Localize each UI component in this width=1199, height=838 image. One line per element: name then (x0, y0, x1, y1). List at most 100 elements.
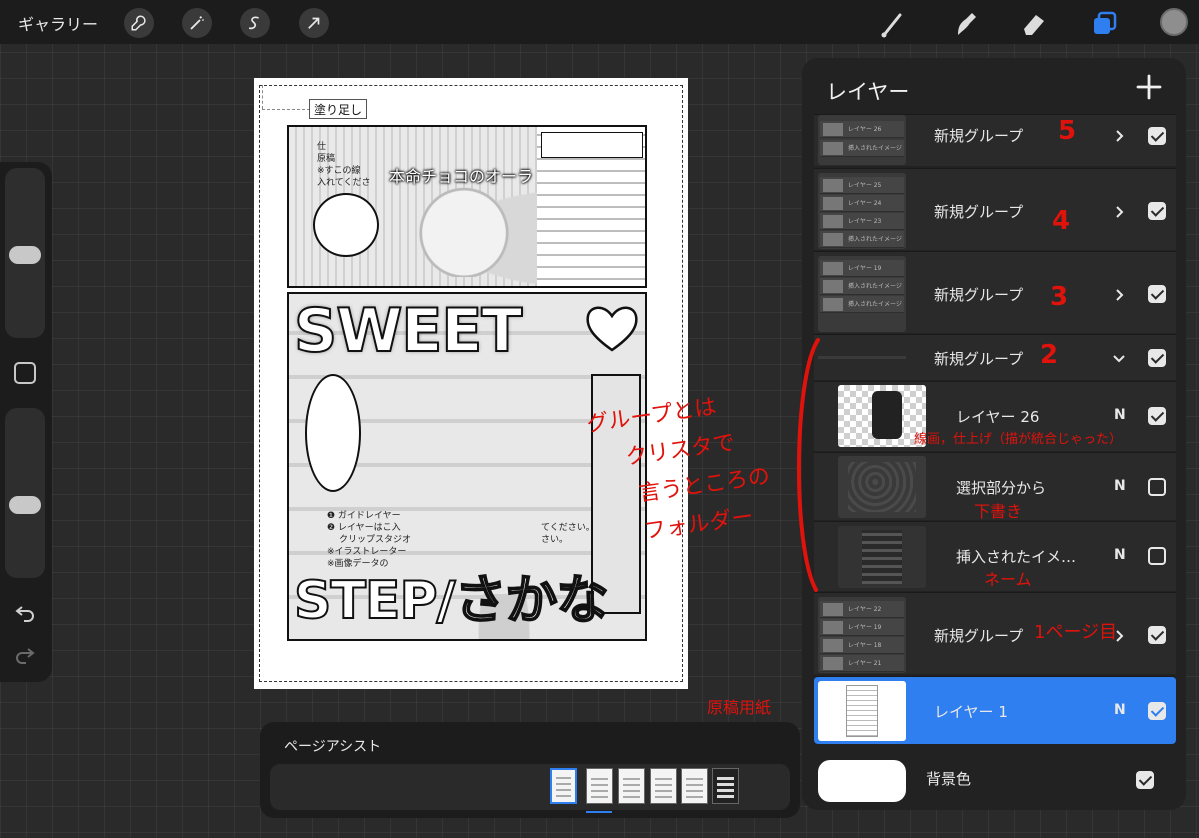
brush-size-thumb[interactable] (9, 246, 41, 264)
wrench-icon[interactable] (124, 8, 154, 38)
group-thumbnail: レイヤー 19 挿入されたイメージ 挿入されたイメージ (818, 256, 906, 332)
title-step: STEP/さかな (293, 570, 610, 632)
redo-icon[interactable] (13, 642, 37, 666)
visibility-checkbox[interactable] (1148, 127, 1166, 145)
annotation-3: 3 (1050, 282, 1069, 312)
transform-arrow-icon[interactable] (299, 8, 329, 38)
guide-line (262, 109, 310, 110)
page-thumbnail[interactable] (681, 768, 708, 804)
name-annotation: ネーム (984, 570, 1032, 589)
manuscript-annotation: 原稿用紙 (707, 698, 772, 717)
add-layer-icon[interactable] (1134, 72, 1164, 102)
guide-line (262, 85, 263, 109)
layers-header: レイヤー (802, 58, 1186, 118)
layer-name: 挿入されたイメ… (956, 548, 1077, 566)
left-sidebar (0, 162, 52, 682)
visibility-checkbox[interactable] (1148, 478, 1166, 496)
page-thumbnail[interactable] (586, 768, 613, 804)
layer-name: レイヤー 1 (934, 703, 1008, 721)
top-toolbar: ギャラリー (0, 0, 1199, 44)
chevron-down-icon[interactable] (1112, 351, 1126, 365)
layer-group-row[interactable]: レイヤー 25 レイヤー 24 レイヤー 23 挿入されたイメージ 新規グループ (814, 168, 1176, 250)
layer-group-row[interactable]: レイヤー 22 レイヤー 19 レイヤー 18 レイヤー 21 新規グループ (814, 592, 1176, 674)
layer-name: 新規グループ (934, 203, 1024, 221)
blend-mode[interactable]: N (1114, 407, 1126, 423)
layer-name: レイヤー 26 (956, 408, 1040, 426)
annotation-4: 4 (1052, 206, 1071, 236)
group-collapsed-thumb (818, 356, 906, 359)
guide-note-top: 仕 原稿 ※すこの線 入れてくださ (317, 142, 371, 188)
layer-group-row-expanded[interactable]: 新規グループ (814, 334, 1176, 380)
background-color-row[interactable]: 背景色 (802, 752, 1186, 810)
background-color-label: 背景色 (926, 770, 972, 788)
opacity-thumb[interactable] (9, 496, 41, 514)
layer-name: 選択部分から (956, 479, 1047, 497)
chevron-right-icon[interactable] (1112, 288, 1126, 302)
page1-annotation: 1ページ目 (1034, 622, 1118, 643)
visibility-checkbox[interactable] (1148, 349, 1166, 367)
page-indicator (586, 811, 612, 813)
group-annotation: グループとは クリスタで 言うところの フォルダー (585, 394, 772, 545)
layer-thumbnail (818, 681, 906, 741)
speech-bubble (313, 193, 379, 257)
canvas-page[interactable]: 塗り足し 仕 原稿 ※すこの線 入れてくださ 本命チョコのオーラ ❶ ガイドレイ… (254, 78, 688, 689)
chevron-right-icon[interactable] (1112, 129, 1126, 143)
visibility-checkbox[interactable] (1148, 547, 1166, 565)
visibility-checkbox[interactable] (1148, 407, 1166, 425)
layer-group-row[interactable]: レイヤー 19 挿入されたイメージ 挿入されたイメージ 新規グループ (814, 251, 1176, 333)
blend-mode[interactable]: N (1114, 547, 1126, 563)
layer-thumbnail (838, 385, 926, 447)
visibility-checkbox[interactable] (1148, 285, 1166, 303)
chevron-right-icon[interactable] (1112, 205, 1126, 219)
caption-box (541, 132, 643, 158)
selection-icon[interactable] (240, 8, 270, 38)
opacity-slider[interactable] (5, 408, 45, 578)
blend-mode[interactable]: N (1114, 478, 1126, 494)
draft-annotation: 下書き (974, 502, 1023, 521)
visibility-checkbox[interactable] (1136, 771, 1154, 789)
speech-bubble (305, 374, 361, 492)
page-thumbnail[interactable] (650, 768, 677, 804)
annotation-5: 5 (1058, 116, 1077, 146)
color-picker-swatch[interactable] (1160, 8, 1188, 36)
group-thumbnail: レイヤー 26 挿入されたイメージ (818, 115, 906, 165)
undo-icon[interactable] (13, 600, 37, 624)
gallery-button[interactable]: ギャラリー (18, 11, 98, 35)
layer-row-selected[interactable]: レイヤー 1 N (814, 676, 1176, 744)
annotation-2: 2 (1040, 340, 1059, 370)
eraser-icon[interactable] (1018, 9, 1048, 39)
visibility-checkbox[interactable] (1148, 702, 1166, 720)
guide-note-right: てください。 さい。 (541, 523, 595, 545)
layer-name: 新規グループ (934, 286, 1024, 304)
page-thumbnail[interactable] (618, 768, 645, 804)
layer-thumbnail (838, 456, 926, 518)
bleed-label: 塗り足し (309, 99, 368, 119)
panel-title: 本命チョコのオーラ (389, 167, 534, 186)
layer-thumbnail (838, 526, 926, 588)
visibility-checkbox[interactable] (1148, 626, 1166, 644)
brush-icon[interactable] (878, 9, 908, 39)
visibility-checkbox[interactable] (1148, 202, 1166, 220)
page-thumbnail[interactable] (550, 768, 577, 804)
smudge-icon[interactable] (950, 9, 980, 39)
layer-name: 新規グループ (934, 127, 1024, 145)
layers-title: レイヤー (826, 80, 910, 104)
bracket-annotation (796, 338, 820, 592)
layers-icon[interactable] (1090, 9, 1120, 39)
page-thumbnail[interactable] (712, 768, 739, 804)
background-color-swatch[interactable] (818, 760, 906, 802)
layer-group-row[interactable]: レイヤー 26 挿入されたイメージ 新規グループ (814, 114, 1176, 166)
title-sweet: SWEET (293, 295, 523, 367)
modify-button[interactable] (14, 362, 36, 384)
layer-name: 新規グループ (934, 627, 1024, 645)
magic-wand-icon[interactable] (182, 8, 212, 38)
group-thumbnail: レイヤー 25 レイヤー 24 レイヤー 23 挿入されたイメージ (818, 173, 906, 249)
layer-name: 新規グループ (934, 350, 1024, 368)
lineart-annotation: 線画，仕上げ（描が統合じゃった） (914, 432, 1123, 447)
group-thumbnail: レイヤー 22 レイヤー 19 レイヤー 18 レイヤー 21 (818, 597, 906, 673)
page-assist-panel: ページアシスト (260, 722, 800, 818)
blend-mode[interactable]: N (1114, 702, 1126, 718)
heart-icon (586, 306, 638, 352)
comic-panel-1: 仕 原稿 ※すこの線 入れてくださ 本命チョコのオーラ (287, 125, 647, 288)
brush-size-slider[interactable] (5, 168, 45, 338)
